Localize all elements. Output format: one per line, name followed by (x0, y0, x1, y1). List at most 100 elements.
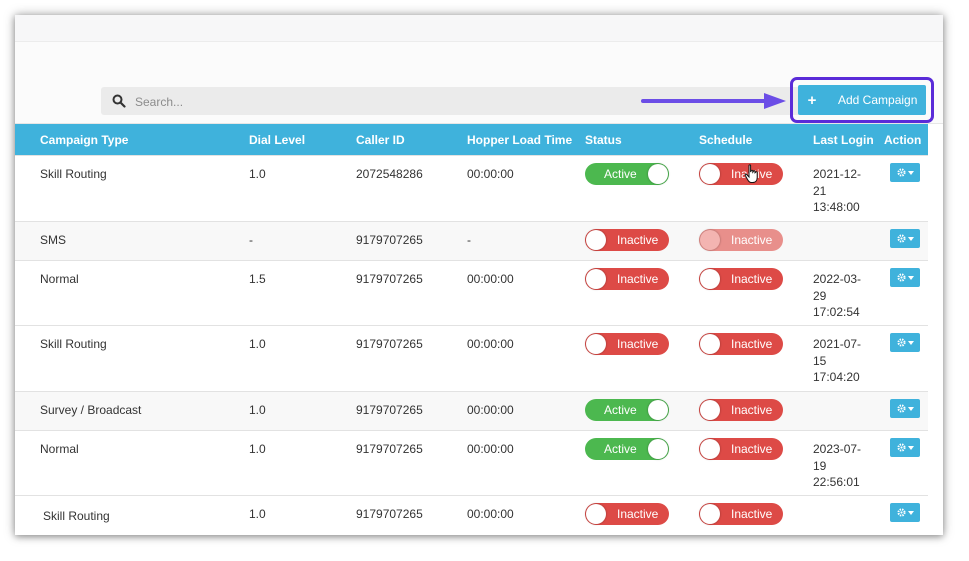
status-toggle[interactable]: Active (585, 399, 669, 421)
last-login-date: 2021-12- (813, 167, 862, 181)
last-login: 2021-07- 15 17:04:20 (813, 326, 884, 386)
toggle-knob (700, 230, 720, 250)
plus-icon: + (807, 91, 817, 109)
schedule-toggle[interactable]: Inactive (699, 438, 783, 460)
caller-id: 9179707265 (356, 272, 423, 286)
status-toggle[interactable]: Active (585, 163, 669, 185)
col-caller-id[interactable]: Caller ID (356, 124, 467, 156)
hopper-load-time: - (467, 233, 471, 247)
col-dial-level[interactable]: Dial Level (249, 124, 356, 156)
toggle-knob (586, 269, 606, 289)
dial-level: 1.0 (249, 167, 266, 181)
chevron-down-icon (907, 510, 914, 515)
gear-icon (896, 273, 906, 282)
caller-id: 9179707265 (356, 403, 423, 417)
status-toggle[interactable]: Inactive (585, 333, 669, 355)
last-login-day: 19 (813, 458, 827, 473)
last-login-date: 2022-03- (813, 272, 862, 286)
caller-id: 9179707265 (356, 507, 423, 521)
toggle-knob (700, 334, 720, 354)
hopper-load-time: 00:00:00 (467, 272, 514, 286)
col-action: Action (884, 124, 928, 156)
last-login-time: 17:02:54 (813, 305, 860, 319)
toggle-knob (648, 400, 668, 420)
dial-level: 1.5 (249, 272, 266, 286)
toggle-knob (700, 269, 720, 289)
gear-icon (896, 508, 906, 517)
table-row: SMS - 9179707265 - Inactive Inactive (15, 221, 928, 261)
gear-icon (896, 168, 906, 177)
col-campaign-type[interactable]: Campaign Type (15, 124, 249, 156)
annotation-arrow (641, 93, 786, 109)
app-window: + Add Campaign Campaign Type Dial Level … (15, 15, 943, 535)
table-row: Survey / Broadcast 1.0 9179707265 00:00:… (15, 391, 928, 431)
last-login-time: 17:04:20 (813, 370, 860, 384)
campaign-type: Skill Routing (40, 337, 107, 351)
action-menu-button[interactable] (890, 333, 920, 352)
gear-icon (896, 338, 906, 347)
add-campaign-button[interactable]: + Add Campaign (798, 85, 926, 115)
caller-id: 9179707265 (356, 233, 423, 247)
table-row: Normal 1.5 9179707265 00:00:00 Inactive … (15, 260, 928, 326)
add-campaign-highlight: + Add Campaign (790, 77, 934, 123)
col-schedule[interactable]: Schedule (699, 124, 813, 156)
chevron-down-icon (907, 406, 914, 411)
toggle-label: Inactive (731, 233, 773, 247)
toggle-label: Inactive (617, 507, 659, 521)
chevron-down-icon (907, 236, 914, 241)
toggle-label: Active (604, 442, 637, 456)
table-row: Normal 1.0 9179707265 00:00:00 Active In… (15, 430, 928, 496)
caller-id: 9179707265 (356, 442, 423, 456)
status-toggle[interactable]: Inactive (585, 229, 669, 251)
toggle-knob (700, 400, 720, 420)
caller-id: 9179707265 (356, 337, 423, 351)
campaign-type: SMS (40, 233, 67, 247)
hopper-load-time: 00:00:00 (467, 442, 514, 456)
dial-level: 1.0 (249, 442, 266, 456)
table-row: Skill Routing 1.0 9179707265 00:00:00 In… (15, 325, 928, 392)
col-status[interactable]: Status (585, 124, 699, 156)
campaign-type: Skill Routing (43, 509, 110, 523)
status-toggle[interactable]: Inactive (585, 268, 669, 290)
toggle-label: Inactive (617, 337, 659, 351)
status-toggle[interactable]: Active (585, 438, 669, 460)
last-login-time: 13:48:00 (813, 200, 860, 214)
action-menu-button[interactable] (890, 438, 920, 457)
schedule-toggle[interactable]: Inactive (699, 163, 783, 185)
gear-icon (896, 404, 906, 413)
dial-level: 1.0 (249, 403, 266, 417)
col-hopper-load-time[interactable]: Hopper Load Time (467, 124, 585, 156)
last-login (813, 496, 884, 506)
schedule-toggle[interactable]: Inactive (699, 333, 783, 355)
col-last-login[interactable]: Last Login (813, 124, 884, 156)
campaign-type: Skill Routing (40, 167, 107, 181)
toggle-label: Inactive (731, 507, 773, 521)
last-login-date: 2021-07- (813, 337, 862, 351)
chevron-down-icon (907, 340, 914, 345)
toggle-label: Inactive (731, 442, 773, 456)
toggle-label: Inactive (731, 403, 773, 417)
action-menu-button[interactable] (890, 268, 920, 287)
action-menu-button[interactable] (890, 229, 920, 248)
toolbar: + Add Campaign (15, 42, 943, 124)
caller-id: 2072548286 (356, 167, 423, 181)
top-bar (15, 15, 943, 42)
last-login-date: 2023-07- (813, 442, 862, 456)
action-menu-button[interactable] (890, 503, 920, 522)
toggle-knob (648, 439, 668, 459)
schedule-toggle[interactable]: Inactive (699, 399, 783, 421)
action-menu-button[interactable] (890, 399, 920, 418)
schedule-toggle[interactable]: Inactive (699, 503, 783, 525)
status-toggle[interactable]: Inactive (585, 503, 669, 525)
toggle-knob (648, 164, 668, 184)
toggle-label: Inactive (617, 272, 659, 286)
schedule-toggle[interactable]: Inactive (699, 268, 783, 290)
last-login: 2021-12- 21 13:48:00 (813, 156, 884, 216)
gear-icon (896, 234, 906, 243)
last-login-time: 22:56:01 (813, 475, 860, 489)
schedule-toggle[interactable]: Inactive (699, 229, 783, 251)
action-menu-button[interactable] (890, 163, 920, 182)
campaign-type: Survey / Broadcast (40, 403, 142, 417)
search-icon (112, 94, 126, 108)
table-row: Skill Routing 1.0 9179707265 00:00:00 In… (15, 495, 928, 535)
